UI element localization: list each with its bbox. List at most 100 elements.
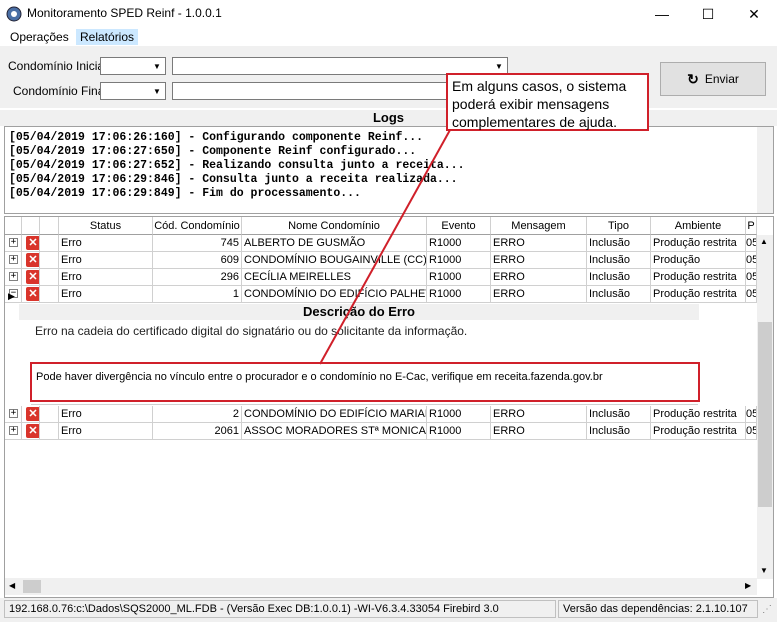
divider bbox=[31, 404, 698, 405]
expand-icon[interactable]: + bbox=[9, 426, 18, 435]
scroll-up-icon[interactable]: ▲ bbox=[760, 237, 768, 246]
logs-panel[interactable]: [05/04/2019 17:06:26:160] - Configurando… bbox=[4, 126, 774, 214]
cell-nome: CONDOMÍNIO DO EDIFÍCIO MARIAN bbox=[242, 406, 427, 423]
condominio-inicial-label: Condomínio Inicial bbox=[8, 59, 107, 73]
cell-nome: ALBERTO DE GUSMÃO bbox=[242, 235, 427, 252]
log-line: [05/04/2019 17:06:27:650] - Componente R… bbox=[9, 145, 417, 158]
col-header-icon bbox=[22, 217, 40, 235]
row-indicator-icon: ▶ bbox=[8, 291, 15, 301]
condominio-inicial-code-select[interactable]: ▼ bbox=[100, 57, 166, 75]
expand-icon[interactable]: + bbox=[9, 238, 18, 247]
cell-evento: R1000 bbox=[427, 286, 491, 303]
cell-evento: R1000 bbox=[427, 269, 491, 286]
app-icon bbox=[6, 6, 22, 22]
help-callout: Em alguns casos, o sistema poderá exibir… bbox=[446, 73, 649, 131]
maximize-button[interactable]: ☐ bbox=[685, 0, 731, 28]
col-header-mensagem[interactable]: Mensagem bbox=[491, 217, 587, 235]
cell-tipo: Inclusão bbox=[587, 406, 651, 423]
grid-horizontal-scroll-thumb[interactable] bbox=[23, 580, 41, 593]
col-header-tipo[interactable]: Tipo bbox=[587, 217, 651, 235]
scroll-down-icon[interactable]: ▼ bbox=[760, 566, 768, 575]
cell-codigo: 609 bbox=[153, 252, 242, 269]
status-bar: 192.168.0.76:c:\Dados\SQS2000_ML.FDB - (… bbox=[0, 598, 777, 622]
menu-relatorios[interactable]: Relatórios bbox=[76, 29, 139, 45]
enviar-button-label: Enviar bbox=[704, 72, 739, 86]
cell-status: Erro bbox=[59, 423, 153, 440]
log-line: [05/04/2019 17:06:26:160] - Configurando… bbox=[9, 131, 424, 144]
cell-ambiente: Produção restrita bbox=[651, 235, 746, 252]
error-detail-title: Descrição do Erro bbox=[19, 304, 699, 320]
chevron-down-icon[interactable]: ▼ bbox=[149, 58, 165, 74]
cell-p: 05 bbox=[746, 423, 757, 440]
error-description: Erro na cadeia do certificado digital do… bbox=[35, 324, 468, 338]
cell-tipo: Inclusão bbox=[587, 235, 651, 252]
cell-tipo: Inclusão bbox=[587, 286, 651, 303]
cell-ambiente: Produção bbox=[651, 252, 746, 269]
scroll-left-icon[interactable]: ◀ bbox=[9, 581, 15, 590]
cell-evento: R1000 bbox=[427, 235, 491, 252]
expand-icon[interactable]: + bbox=[9, 272, 18, 281]
error-icon: ✕ bbox=[26, 270, 39, 284]
col-header-nome[interactable]: Nome Condomínio bbox=[242, 217, 427, 235]
results-grid[interactable]: Status Cód. Condomínio Nome Condomínio E… bbox=[4, 216, 774, 598]
enviar-button[interactable]: ↻ Enviar bbox=[660, 62, 766, 96]
cell-p: 05 bbox=[746, 235, 757, 252]
col-header-status[interactable]: Status bbox=[59, 217, 153, 235]
cell-codigo: 2 bbox=[153, 406, 242, 423]
cell-status: Erro bbox=[59, 235, 153, 252]
help-suggestion-box: Pode haver divergência no vínculo entre … bbox=[30, 362, 700, 402]
cell-p: 05 bbox=[746, 269, 757, 286]
col-header-expand bbox=[5, 217, 22, 235]
table-row[interactable]: + ✕ Erro 2061 ASSOC MORADORES STª MONICA… bbox=[5, 423, 757, 440]
table-row[interactable]: + ✕ Erro 609 CONDOMÍNIO BOUGAINVILLE (CC… bbox=[5, 252, 757, 269]
cell-evento: R1000 bbox=[427, 406, 491, 423]
log-line: [05/04/2019 17:06:29:846] - Consulta jun… bbox=[9, 173, 458, 186]
grid-vertical-scroll-thumb[interactable] bbox=[758, 322, 772, 507]
cell-nome: ASSOC MORADORES STª MONICA - bbox=[242, 423, 427, 440]
cell-p: 05 bbox=[746, 406, 757, 423]
menu-operacoes[interactable]: Operações bbox=[6, 29, 73, 45]
cell-mensagem: ERRO bbox=[491, 269, 587, 286]
expand-icon[interactable]: + bbox=[9, 255, 18, 264]
cell-status: Erro bbox=[59, 252, 153, 269]
col-header-evento[interactable]: Evento bbox=[427, 217, 491, 235]
condominio-final-code-select[interactable]: ▼ bbox=[100, 82, 166, 100]
log-line: [05/04/2019 17:06:29:849] - Fim do proce… bbox=[9, 187, 361, 200]
condominio-final-name-select[interactable] bbox=[172, 82, 452, 100]
scroll-right-icon[interactable]: ▶ bbox=[745, 581, 751, 590]
cell-tipo: Inclusão bbox=[587, 423, 651, 440]
col-header-ambiente[interactable]: Ambiente bbox=[651, 217, 746, 235]
table-row[interactable]: + ✕ Erro 2 CONDOMÍNIO DO EDIFÍCIO MARIAN… bbox=[5, 406, 757, 423]
col-header-p[interactable]: P bbox=[746, 217, 757, 235]
cell-codigo: 296 bbox=[153, 269, 242, 286]
cell-nome: CONDOMÍNIO DO EDIFÍCIO PALHET bbox=[242, 286, 427, 303]
cell-evento: R1000 bbox=[427, 252, 491, 269]
cell-tipo: Inclusão bbox=[587, 252, 651, 269]
title-bar: Monitoramento SPED Reinf - 1.0.0.1 — ☐ ✕ bbox=[0, 0, 777, 28]
cell-nome: CONDOMÍNIO BOUGAINVILLE (CC) bbox=[242, 252, 427, 269]
expand-icon[interactable]: + bbox=[9, 409, 18, 418]
cell-ambiente: Produção restrita bbox=[651, 406, 746, 423]
cell-nome: CECÍLIA MEIRELLES bbox=[242, 269, 427, 286]
logs-scrollbar[interactable] bbox=[757, 127, 773, 213]
table-row-selected[interactable]: − ✕ Erro 1 CONDOMÍNIO DO EDIFÍCIO PALHET… bbox=[5, 286, 757, 303]
cell-mensagem: ERRO bbox=[491, 423, 587, 440]
cell-evento: R1000 bbox=[427, 423, 491, 440]
close-button[interactable]: ✕ bbox=[731, 0, 777, 28]
resize-grip-icon[interactable]: ⋰ bbox=[762, 604, 772, 615]
table-row[interactable]: + ✕ Erro 745 ALBERTO DE GUSMÃO R1000 ERR… bbox=[5, 235, 757, 252]
error-icon: ✕ bbox=[26, 236, 39, 250]
table-row[interactable]: + ✕ Erro 296 CECÍLIA MEIRELLES R1000 ERR… bbox=[5, 269, 757, 286]
error-icon: ✕ bbox=[26, 424, 39, 438]
cell-mensagem: ERRO bbox=[491, 286, 587, 303]
cell-mensagem: ERRO bbox=[491, 406, 587, 423]
chevron-down-icon[interactable]: ▼ bbox=[149, 83, 165, 99]
minimize-button[interactable]: — bbox=[639, 0, 685, 28]
col-header-codigo[interactable]: Cód. Condomínio bbox=[153, 217, 242, 235]
grid-horizontal-scrollbar[interactable] bbox=[5, 578, 757, 595]
chevron-down-icon[interactable]: ▼ bbox=[491, 58, 507, 74]
cell-p: 05 bbox=[746, 252, 757, 269]
cell-p: 05 bbox=[746, 286, 757, 303]
cell-status: Erro bbox=[59, 286, 153, 303]
cell-ambiente: Produção restrita bbox=[651, 269, 746, 286]
